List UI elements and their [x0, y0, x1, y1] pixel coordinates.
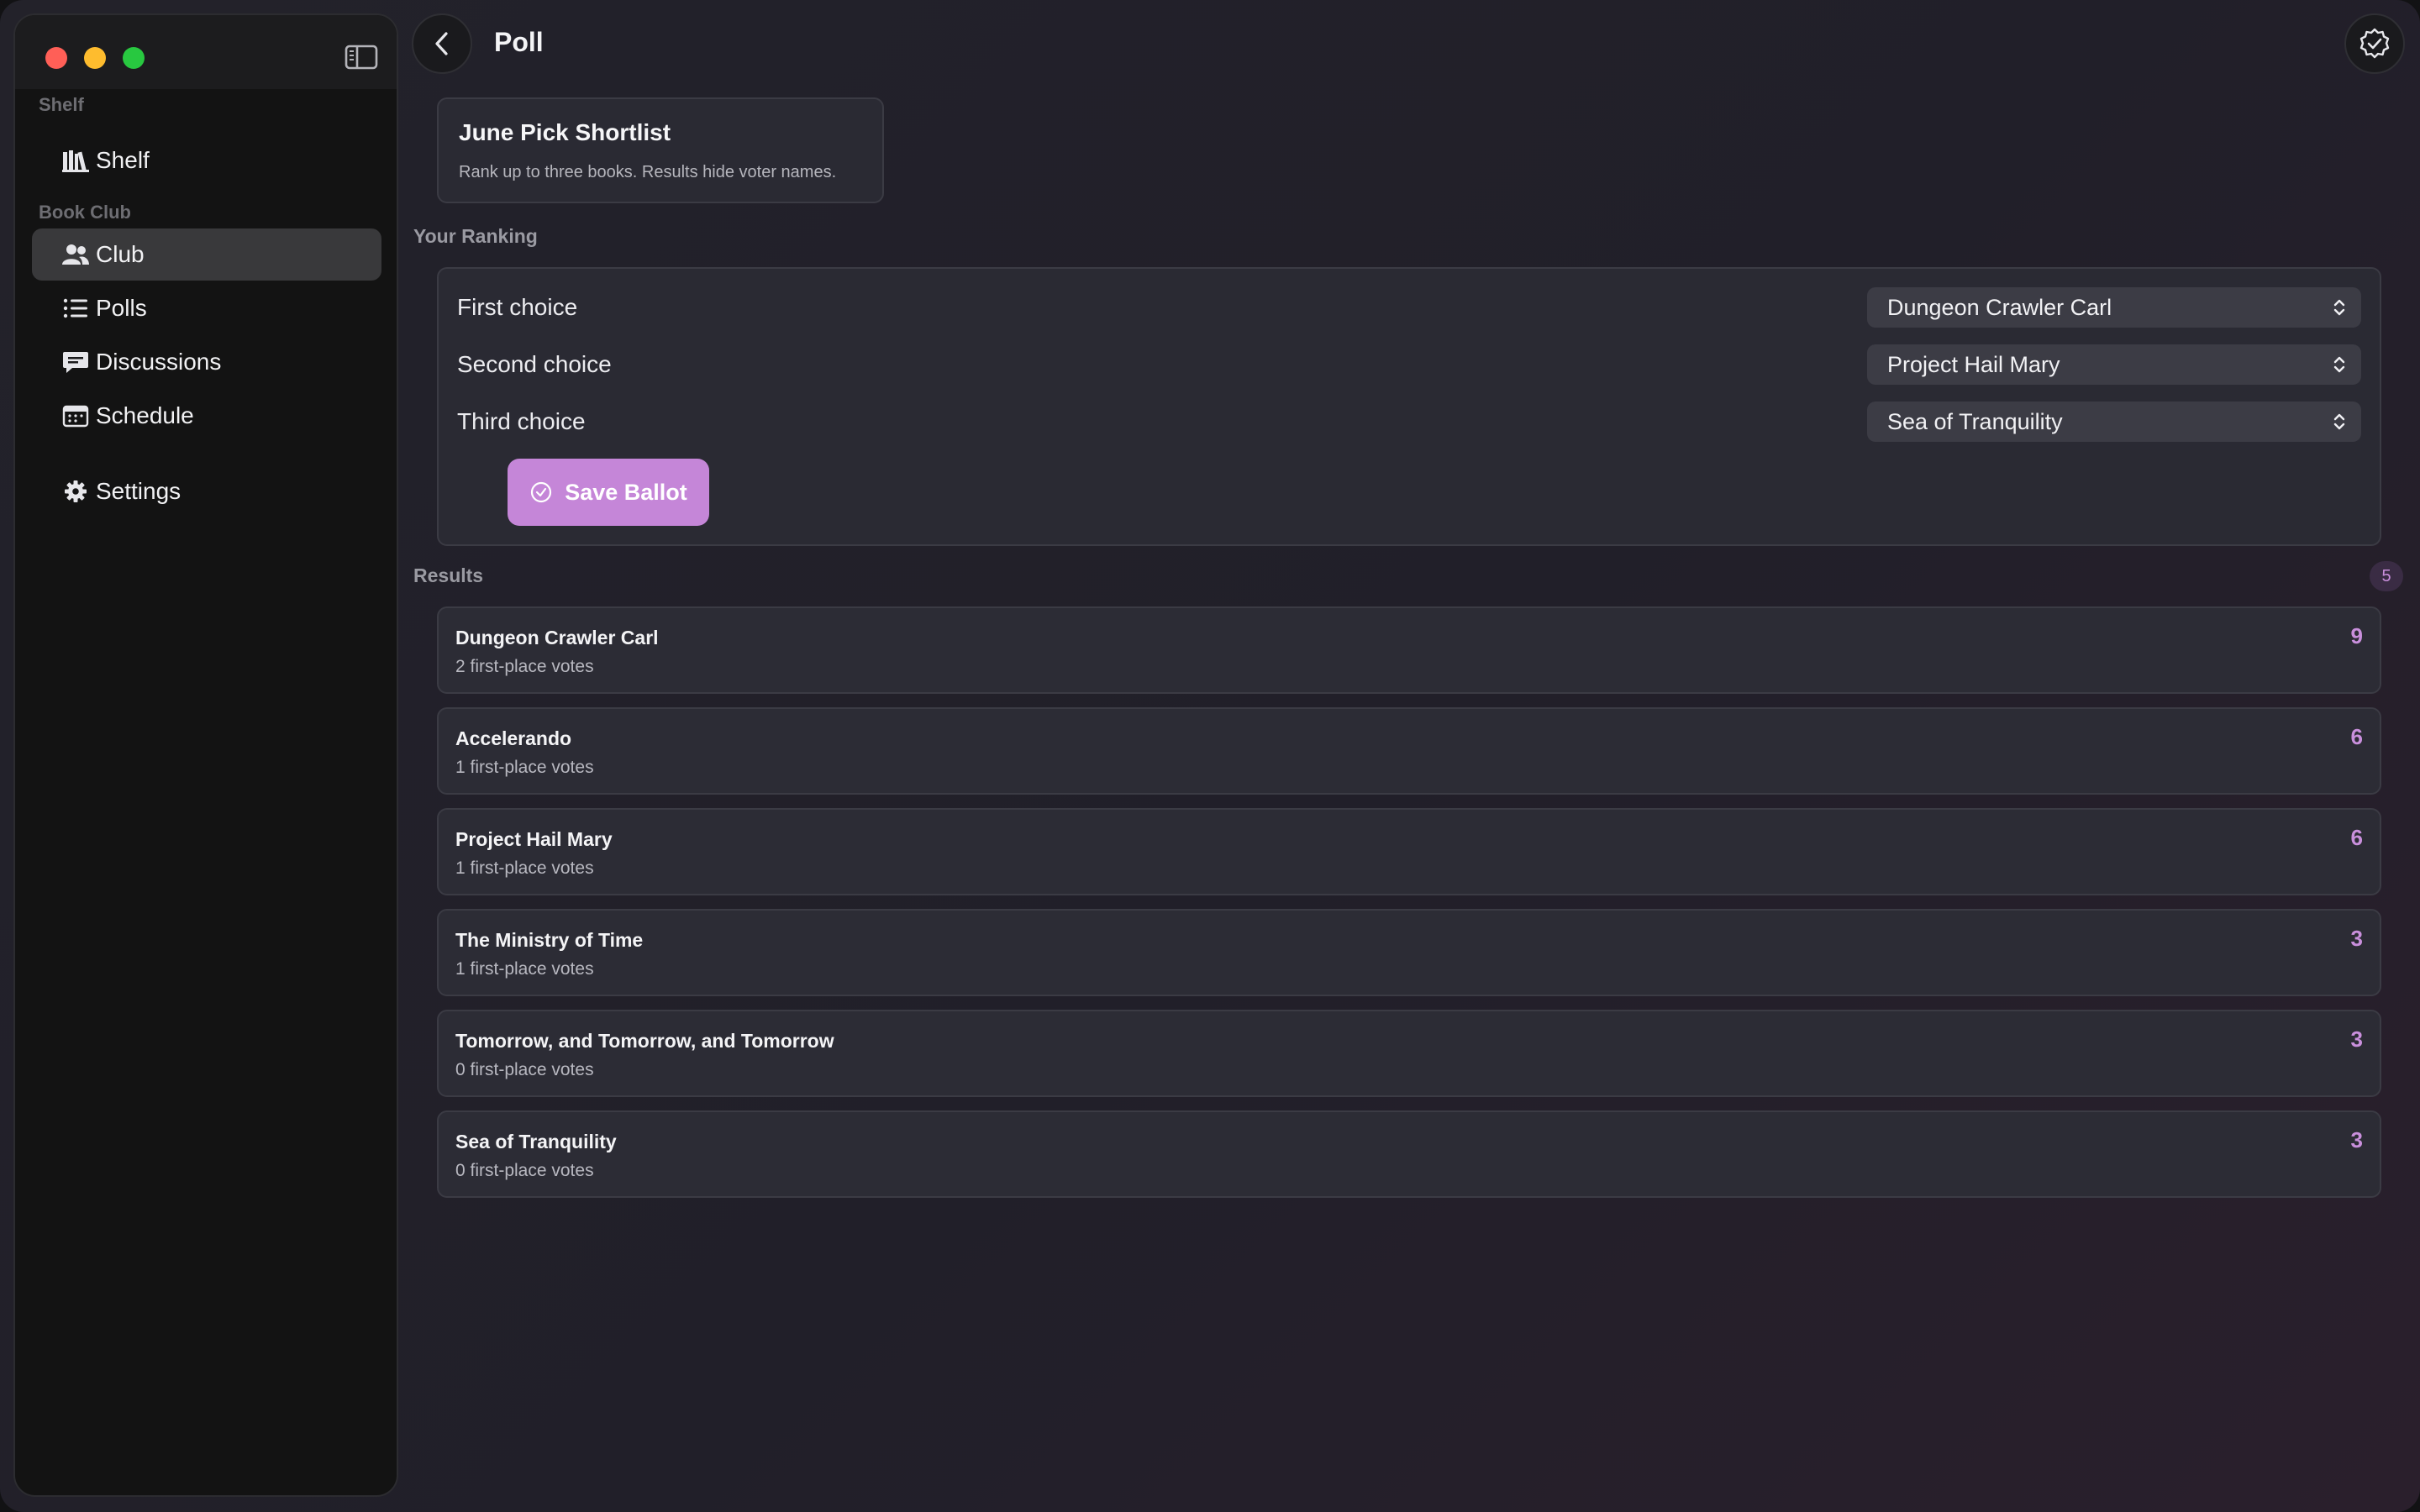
chevron-up-down-icon [2333, 413, 2345, 430]
chat-bubble-icon [63, 352, 88, 373]
minimize-window-button[interactable] [84, 47, 106, 69]
sidebar-item-polls[interactable]: Polls [32, 282, 381, 334]
back-button[interactable] [412, 13, 472, 74]
zoom-window-button[interactable] [123, 47, 145, 69]
result-score: 6 [2350, 825, 2363, 850]
result-row: Accelerando 1 first-place votes 6 [437, 707, 2381, 795]
chevron-up-down-icon [2333, 356, 2345, 373]
result-title: The Ministry of Time [455, 929, 644, 951]
select-value: Sea of Tranquility [1887, 408, 2063, 434]
ranking-section-label: Your Ranking [413, 225, 538, 247]
first-choice-select[interactable]: Dungeon Crawler Carl [1867, 287, 2361, 328]
people-icon [62, 244, 89, 265]
sidebar-item-shelf[interactable]: Shelf [32, 134, 381, 186]
result-title: Project Hail Mary [455, 828, 613, 850]
result-first-place-votes: 0 first-place votes [455, 1161, 594, 1180]
close-window-button[interactable] [45, 47, 67, 69]
gear-icon [65, 480, 87, 502]
first-choice-label: First choice [457, 294, 578, 320]
poll-title: June Pick Shortlist [459, 119, 671, 145]
save-ballot-button[interactable]: Save Ballot [508, 459, 709, 526]
result-row: Tomorrow, and Tomorrow, and Tomorrow 0 f… [437, 1010, 2381, 1097]
result-row: Sea of Tranquility 0 first-place votes 3 [437, 1110, 2381, 1198]
app-window: Shelf Shelf Book Club Club Polls Discuss… [0, 0, 2420, 1512]
sidebar-toggle-icon[interactable] [345, 44, 378, 71]
sidebar-item-label: Polls [96, 295, 147, 321]
result-score: 3 [2350, 1127, 2363, 1152]
result-row: Dungeon Crawler Carl 2 first-place votes… [437, 606, 2381, 694]
result-title: Accelerando [455, 727, 572, 749]
result-first-place-votes: 1 first-place votes [455, 758, 594, 777]
result-first-place-votes: 2 first-place votes [455, 657, 594, 676]
calendar-icon [62, 405, 89, 428]
sidebar-titlebar [15, 15, 397, 89]
sidebar: Shelf Shelf Book Club Club Polls Discuss… [13, 13, 398, 1497]
sidebar-item-discussions[interactable]: Discussions [32, 336, 381, 388]
chevron-up-down-icon [2333, 299, 2345, 316]
result-title: Dungeon Crawler Carl [455, 627, 659, 648]
result-first-place-votes: 1 first-place votes [455, 858, 594, 878]
sidebar-item-settings[interactable]: Settings [32, 465, 381, 517]
results-section-label: Results [413, 564, 484, 586]
third-choice-select[interactable]: Sea of Tranquility [1867, 402, 2361, 442]
sidebar-item-label: Settings [96, 478, 182, 504]
second-choice-select[interactable]: Project Hail Mary [1867, 344, 2361, 385]
sidebar-section-shelf: Shelf [39, 94, 84, 115]
select-value: Dungeon Crawler Carl [1887, 294, 2112, 320]
select-value: Project Hail Mary [1887, 351, 2060, 377]
sidebar-section-book-club: Book Club [39, 202, 131, 223]
sidebar-item-label: Discussions [96, 349, 222, 375]
sidebar-item-schedule[interactable]: Schedule [32, 390, 381, 442]
second-choice-label: Second choice [457, 351, 612, 377]
checkmark-seal-icon [2360, 28, 2390, 59]
result-score: 9 [2350, 623, 2363, 648]
result-title: Sea of Tranquility [455, 1131, 617, 1152]
sidebar-item-label: Schedule [96, 402, 194, 428]
result-row: The Ministry of Time 1 first-place votes… [437, 909, 2381, 996]
poll-description: Rank up to three books. Results hide vot… [459, 163, 837, 181]
third-choice-label: Third choice [457, 408, 586, 434]
list-icon [63, 298, 87, 318]
poll-info-card: June Pick Shortlist Rank up to three boo… [437, 97, 884, 203]
sidebar-item-club[interactable]: Club [32, 228, 381, 281]
save-ballot-label: Save Ballot [565, 479, 687, 505]
sidebar-item-label: Shelf [96, 147, 150, 173]
result-row: Project Hail Mary 1 first-place votes 6 [437, 808, 2381, 895]
result-first-place-votes: 1 first-place votes [455, 959, 594, 979]
result-title: Tomorrow, and Tomorrow, and Tomorrow [455, 1030, 834, 1052]
sidebar-item-label: Club [96, 241, 145, 267]
checkmark-circle-icon [531, 481, 552, 503]
chevron-left-icon [435, 32, 448, 55]
results-count-badge: 5 [2370, 561, 2403, 591]
verified-badge-button[interactable] [2344, 13, 2405, 74]
result-score: 3 [2350, 926, 2363, 951]
result-first-place-votes: 0 first-place votes [455, 1060, 594, 1079]
result-score: 6 [2350, 724, 2363, 749]
result-score: 3 [2350, 1026, 2363, 1052]
books-icon [62, 150, 89, 172]
page-title: Poll [494, 27, 544, 57]
